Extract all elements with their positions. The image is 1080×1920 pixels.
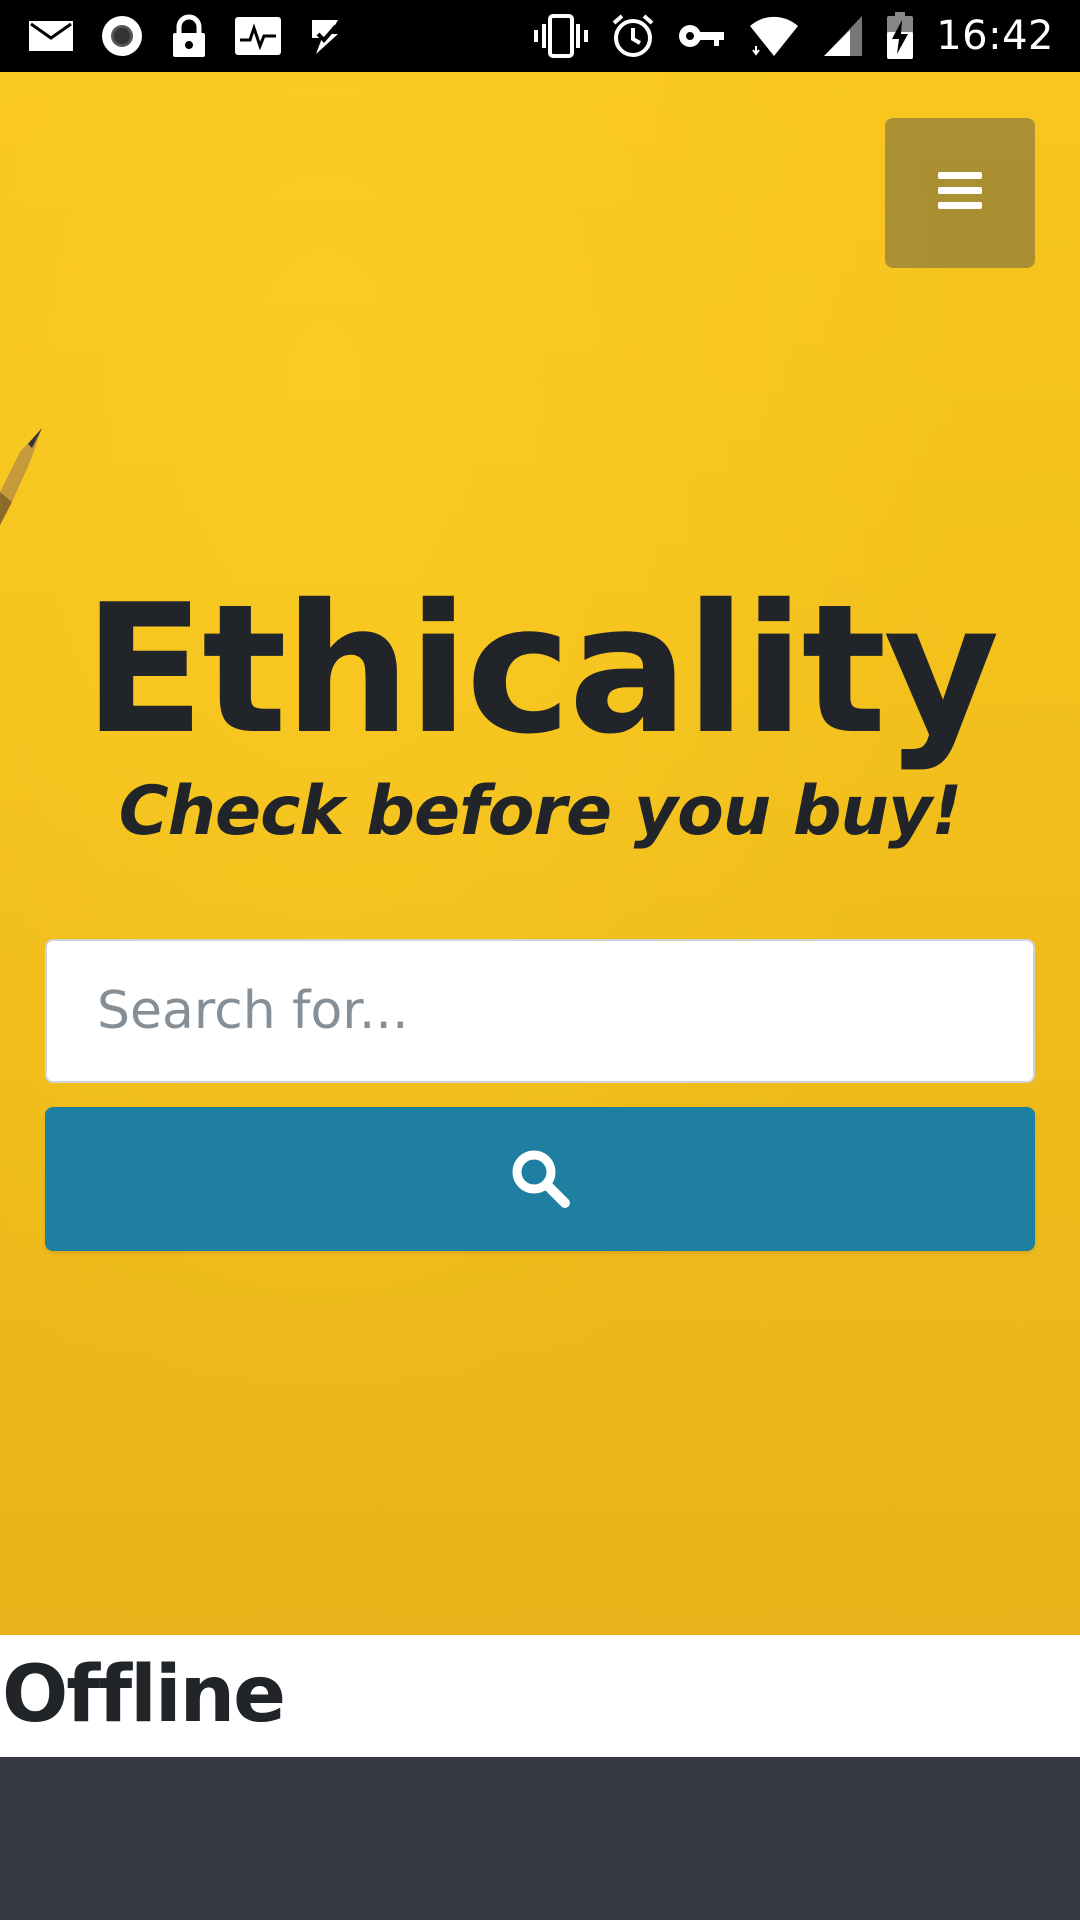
page-title: Ethicality (83, 566, 999, 774)
record-icon (100, 14, 144, 58)
status-time: 16:42 (936, 13, 1054, 59)
vpn-key-icon (678, 21, 726, 51)
wifi-icon (748, 14, 800, 58)
task-check-icon (308, 16, 348, 56)
pencil-decoration (0, 422, 50, 567)
status-right-icons: 16:42 (534, 12, 1054, 60)
hero-section: Ethicality Check before you buy! (0, 72, 1080, 1635)
search-button[interactable] (45, 1107, 1035, 1251)
lock-icon (170, 14, 208, 58)
search-icon (509, 1147, 571, 1212)
alarm-icon (610, 13, 656, 59)
battery-charging-icon (886, 12, 914, 60)
page-subtitle: Check before you buy! (118, 772, 963, 851)
hamburger-menu-icon (938, 171, 982, 215)
mail-icon (28, 20, 74, 52)
menu-button[interactable] (885, 118, 1035, 268)
status-bar: 16:42 (0, 0, 1080, 72)
vibrate-icon (534, 14, 589, 58)
offline-section: Offline (0, 1635, 1080, 1757)
signal-icon (822, 14, 864, 58)
search-input[interactable] (45, 939, 1035, 1083)
status-left-icons (28, 14, 348, 58)
offline-heading: Offline (2, 1650, 286, 1740)
footer (0, 1757, 1080, 1920)
activity-icon (234, 16, 282, 56)
